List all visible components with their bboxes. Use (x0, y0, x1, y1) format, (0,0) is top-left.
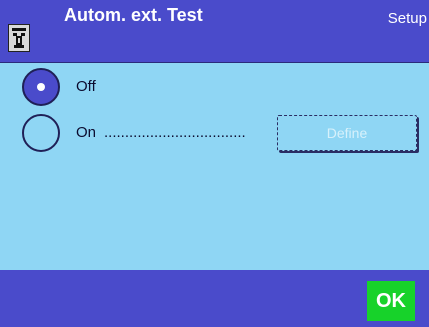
option-on-row[interactable]: On .................................. De… (0, 114, 429, 154)
option-off-row[interactable]: Off (0, 68, 429, 108)
option-on-leader-dots: .................................. (104, 124, 246, 141)
footer-bar: OK (0, 270, 429, 327)
app-screen: Autom. ext. Test Setup Off On ..........… (0, 0, 429, 327)
radio-on[interactable] (22, 114, 60, 152)
radio-off-selected[interactable] (22, 68, 60, 106)
option-off-label: Off (76, 78, 96, 95)
context-label: Setup (387, 10, 427, 27)
radio-dot-icon (37, 83, 45, 91)
balance-icon (8, 24, 30, 52)
header-divider (0, 62, 429, 63)
page-title: Autom. ext. Test (64, 5, 203, 25)
option-on-label: On (76, 124, 97, 141)
header-bar: Autom. ext. Test Setup (0, 0, 429, 62)
define-button[interactable]: Define (277, 115, 417, 151)
ok-button[interactable]: OK (367, 281, 415, 321)
